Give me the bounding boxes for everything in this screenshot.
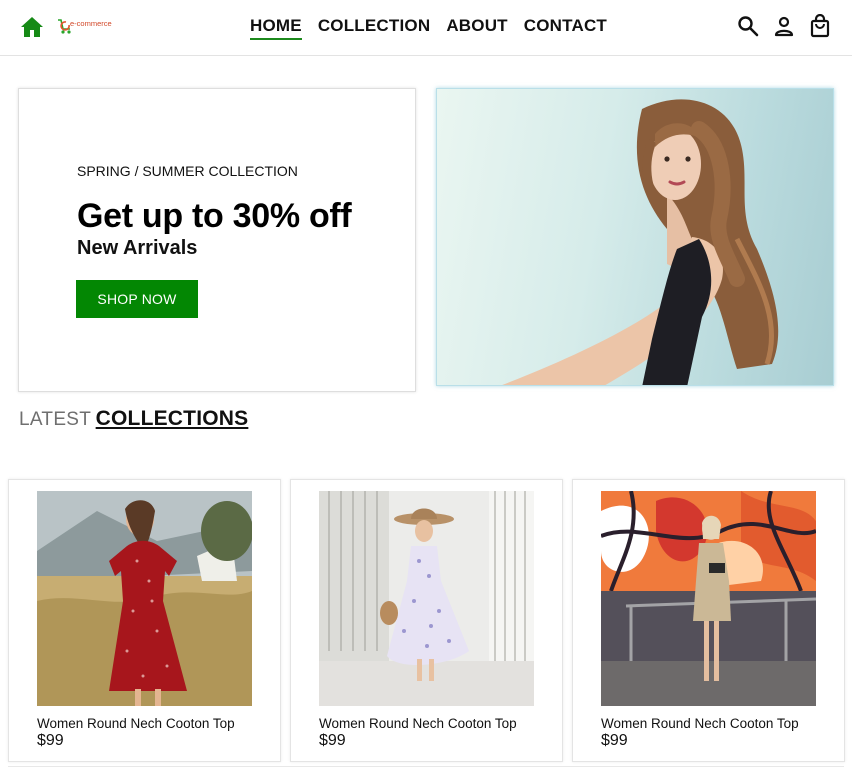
hero-image <box>436 88 834 386</box>
product-price: $99 <box>601 732 628 749</box>
product-name[interactable]: Women Round Nech Cooton Top <box>319 716 517 731</box>
product-image[interactable] <box>37 491 252 706</box>
nav-home[interactable]: HOME <box>250 15 302 40</box>
main-nav: HOME COLLECTION ABOUT CONTACT <box>250 15 607 40</box>
logo[interactable]: e-commerce <box>56 14 112 38</box>
product-name[interactable]: Women Round Nech Cooton Top <box>601 716 799 731</box>
nav-collection[interactable]: COLLECTION <box>318 15 431 37</box>
product-image[interactable] <box>319 491 534 706</box>
hero-title: Get up to 30% off <box>77 197 352 235</box>
site-header: e-commerce HOME COLLECTION ABOUT CONTACT <box>0 0 852 56</box>
product-card[interactable]: Women Round Nech Cooton Top $99 <box>290 479 563 762</box>
product-price: $99 <box>319 732 346 749</box>
nav-contact[interactable]: CONTACT <box>524 15 607 37</box>
product-price: $99 <box>37 732 64 749</box>
product-card[interactable]: Women Round Nech Cooton Top $99 <box>8 479 281 762</box>
product-image[interactable] <box>601 491 816 706</box>
product-card[interactable]: Women Round Nech Cooton Top $99 <box>572 479 845 762</box>
section-title-bold: COLLECTIONS <box>95 407 249 430</box>
shopping-bag-icon[interactable] <box>808 13 832 39</box>
section-title: LATEST COLLECTIONS <box>19 407 248 431</box>
nav-about[interactable]: ABOUT <box>446 15 507 37</box>
user-icon[interactable] <box>772 13 796 39</box>
header-actions <box>736 13 832 39</box>
next-row-divider <box>8 766 844 772</box>
logo-text: e-commerce <box>70 19 112 28</box>
home-icon[interactable] <box>20 16 44 38</box>
search-icon[interactable] <box>736 13 760 39</box>
hero-subtitle: New Arrivals <box>77 237 198 259</box>
hero-eyebrow: SPRING / SUMMER COLLECTION <box>77 163 298 179</box>
section-title-light: LATEST <box>19 409 92 430</box>
shop-now-button[interactable]: SHOP NOW <box>76 280 198 318</box>
hero-banner: SPRING / SUMMER COLLECTION Get up to 30%… <box>18 88 416 392</box>
product-name[interactable]: Women Round Nech Cooton Top <box>37 716 235 731</box>
